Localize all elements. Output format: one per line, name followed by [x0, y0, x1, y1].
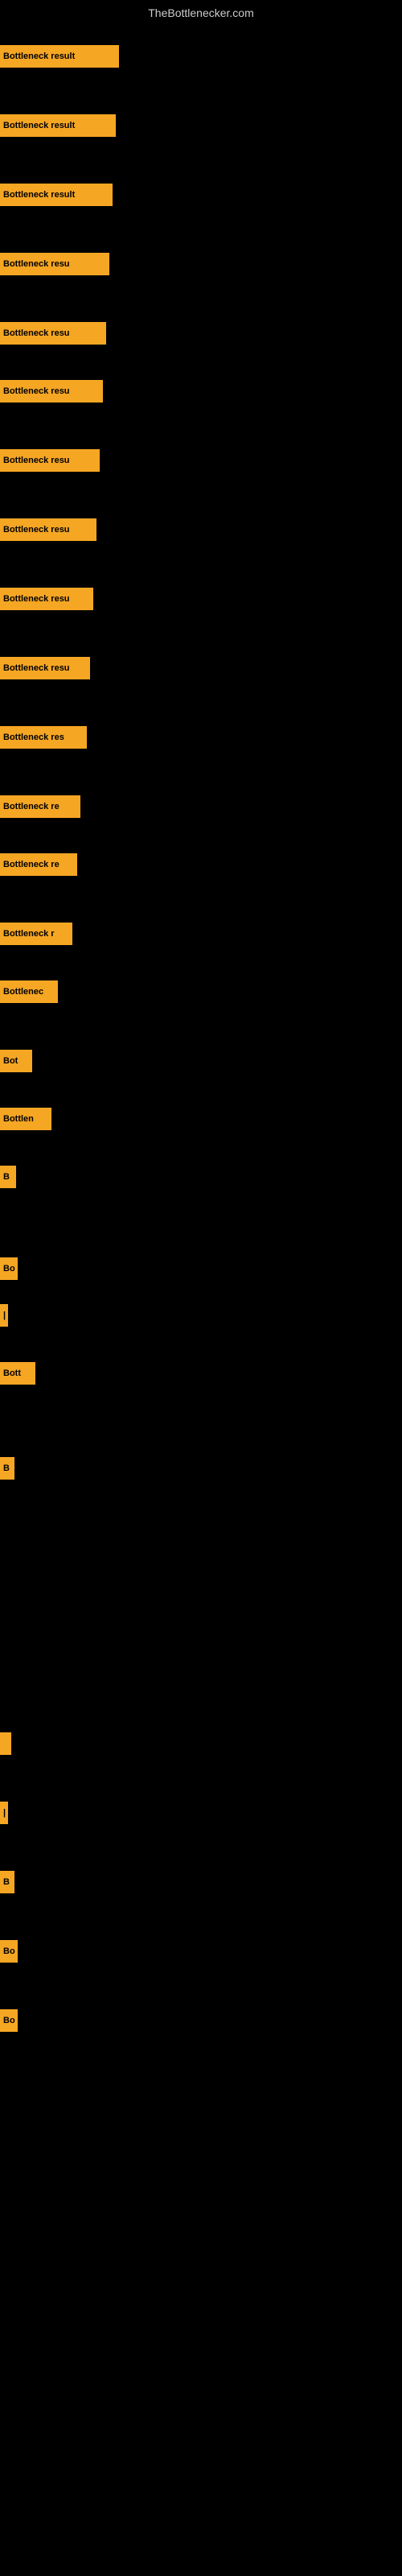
bottleneck-label-16: Bottlen — [3, 1114, 34, 1124]
bottleneck-label-11: Bottleneck re — [3, 802, 59, 811]
bottleneck-bar-19[interactable]: | — [0, 1304, 8, 1327]
bottleneck-bar-25[interactable]: Bo — [0, 1940, 18, 1963]
bottleneck-label-2: Bottleneck result — [3, 190, 75, 200]
bottleneck-label-4: Bottleneck resu — [3, 328, 70, 338]
bottleneck-bar-3[interactable]: Bottleneck resu — [0, 253, 109, 275]
bottleneck-bar-16[interactable]: Bottlen — [0, 1108, 51, 1130]
bottleneck-bar-17[interactable]: B — [0, 1166, 16, 1188]
bottleneck-label-25: Bo — [3, 1946, 15, 1956]
bottleneck-label-13: Bottleneck r — [3, 929, 55, 939]
bottleneck-label-15: Bot — [3, 1056, 18, 1066]
bottleneck-bar-12[interactable]: Bottleneck re — [0, 853, 77, 876]
site-title: TheBottlenecker.com — [0, 2, 402, 24]
bottleneck-bar-0[interactable]: Bottleneck result — [0, 45, 119, 68]
bottleneck-bar-13[interactable]: Bottleneck r — [0, 923, 72, 945]
bottleneck-label-12: Bottleneck re — [3, 860, 59, 869]
bottleneck-label-7: Bottleneck resu — [3, 525, 70, 535]
bottleneck-bar-21[interactable]: B — [0, 1457, 14, 1480]
bottleneck-bar-24[interactable]: B — [0, 1871, 14, 1893]
bottleneck-label-24: B — [3, 1877, 10, 1887]
bottleneck-bar-14[interactable]: Bottlenec — [0, 980, 58, 1003]
bottleneck-bar-11[interactable]: Bottleneck re — [0, 795, 80, 818]
bottleneck-bar-26[interactable]: Bo — [0, 2009, 18, 2032]
bottleneck-bar-18[interactable]: Bo — [0, 1257, 18, 1280]
bottleneck-label-26: Bo — [3, 2016, 15, 2025]
bottleneck-bar-9[interactable]: Bottleneck resu — [0, 657, 90, 679]
bottleneck-label-3: Bottleneck resu — [3, 259, 70, 269]
bottleneck-bar-23[interactable]: | — [0, 1802, 8, 1824]
bottleneck-bar-2[interactable]: Bottleneck result — [0, 184, 113, 206]
bottleneck-bar-1[interactable]: Bottleneck result — [0, 114, 116, 137]
bottleneck-label-19: | — [3, 1311, 6, 1320]
bottleneck-bar-15[interactable]: Bot — [0, 1050, 32, 1072]
bottleneck-label-17: B — [3, 1172, 10, 1182]
bottleneck-bar-7[interactable]: Bottleneck resu — [0, 518, 96, 541]
bottleneck-label-21: B — [3, 1463, 10, 1473]
bottleneck-bar-4[interactable]: Bottleneck resu — [0, 322, 106, 345]
bottleneck-label-1: Bottleneck result — [3, 121, 75, 130]
bottleneck-label-0: Bottleneck result — [3, 52, 75, 61]
bottleneck-label-20: Bott — [3, 1368, 21, 1378]
bottleneck-label-9: Bottleneck resu — [3, 663, 70, 673]
bottleneck-bar-5[interactable]: Bottleneck resu — [0, 380, 103, 402]
bottleneck-label-6: Bottleneck resu — [3, 456, 70, 465]
bottleneck-bar-20[interactable]: Bott — [0, 1362, 35, 1385]
bottleneck-bar-22[interactable] — [0, 1732, 11, 1755]
bottleneck-label-10: Bottleneck res — [3, 733, 64, 742]
bottleneck-label-14: Bottlenec — [3, 987, 43, 997]
bottleneck-label-23: | — [3, 1808, 6, 1818]
bottleneck-label-5: Bottleneck resu — [3, 386, 70, 396]
bottleneck-label-18: Bo — [3, 1264, 15, 1274]
bottleneck-bar-10[interactable]: Bottleneck res — [0, 726, 87, 749]
bottleneck-bar-8[interactable]: Bottleneck resu — [0, 588, 93, 610]
bottleneck-bar-6[interactable]: Bottleneck resu — [0, 449, 100, 472]
bottleneck-label-8: Bottleneck resu — [3, 594, 70, 604]
